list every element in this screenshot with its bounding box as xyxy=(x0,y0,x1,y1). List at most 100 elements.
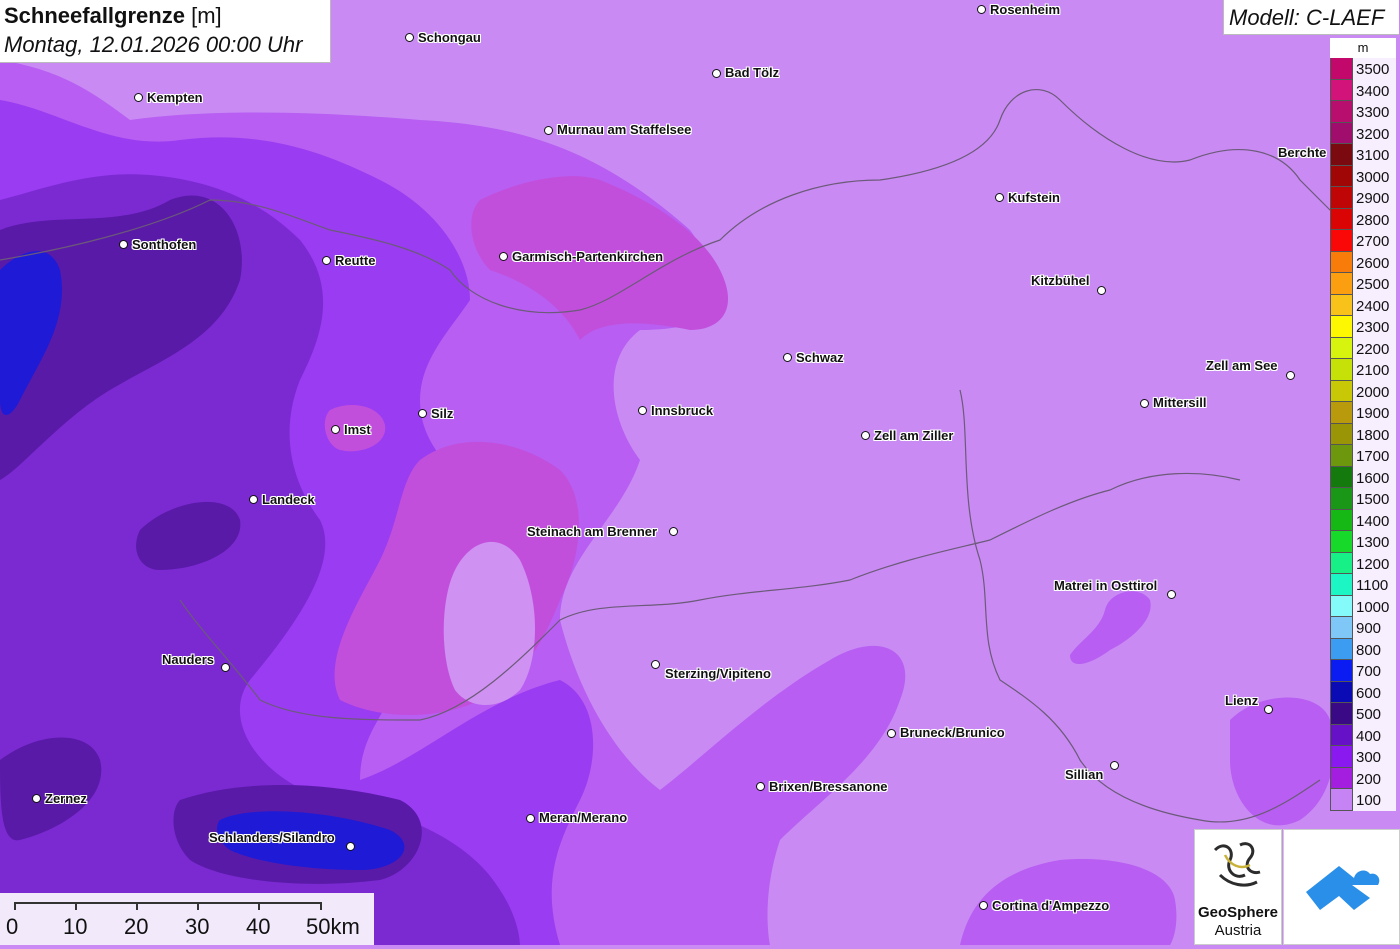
legend-label: 2400 xyxy=(1356,297,1390,315)
legend-label: 1600 xyxy=(1356,469,1390,487)
legend-row: 1700 xyxy=(1330,445,1396,467)
legend-swatch xyxy=(1330,380,1353,402)
legend-label: 2800 xyxy=(1356,211,1390,229)
city-marker xyxy=(979,901,988,910)
scale-tick xyxy=(320,902,322,910)
city-marker xyxy=(322,256,331,265)
legend-row: 2900 xyxy=(1330,187,1396,209)
geosphere-name: GeoSphere xyxy=(1197,904,1279,921)
city-marker xyxy=(1167,590,1176,599)
city-label: Kempten xyxy=(147,90,203,105)
legend-swatch xyxy=(1330,273,1353,295)
legend-swatch xyxy=(1330,466,1353,488)
geosphere-logo[interactable]: GeoSphere Austria xyxy=(1194,829,1282,945)
city-label: Bad Tölz xyxy=(725,65,780,80)
city-label: Reutte xyxy=(335,253,376,268)
city-marker xyxy=(418,409,427,418)
city-label: Kufstein xyxy=(1008,190,1060,205)
city-label: Rosenheim xyxy=(990,2,1061,17)
model-box: Modell: C-LAEF xyxy=(1223,0,1399,35)
legend-label: 2500 xyxy=(1356,276,1390,293)
legend-swatch xyxy=(1330,230,1353,252)
legend-label: 1900 xyxy=(1356,405,1390,422)
city-label: Matrei in Osttirol xyxy=(1054,578,1158,593)
city-marker xyxy=(995,193,1004,202)
city-marker xyxy=(651,660,660,669)
legend-row: 1500 xyxy=(1330,488,1396,510)
legend-unit: m xyxy=(1330,38,1396,58)
city-marker xyxy=(1097,286,1106,295)
legend-swatch xyxy=(1330,144,1353,166)
city-marker xyxy=(32,794,41,803)
city-marker xyxy=(526,814,535,823)
city-marker xyxy=(861,431,870,440)
legend-row: 3000 xyxy=(1330,165,1396,187)
city-label: Schwaz xyxy=(796,350,844,365)
legend-swatch xyxy=(1330,423,1353,445)
legend-row: 2100 xyxy=(1330,359,1396,381)
legend-row: 400 xyxy=(1330,724,1396,746)
legend-label: 400 xyxy=(1356,727,1382,745)
legend-label: 2900 xyxy=(1356,190,1390,207)
legend-row: 2000 xyxy=(1330,380,1396,402)
legend-label: 3100 xyxy=(1356,147,1390,164)
legend-swatch xyxy=(1330,509,1353,531)
zone-low-brenner xyxy=(443,541,535,705)
legend-row: 3400 xyxy=(1330,79,1396,101)
legend-row: 300 xyxy=(1330,746,1396,768)
legend-row: 100 xyxy=(1330,789,1396,811)
geosphere-swirl-icon xyxy=(1213,842,1261,887)
city-label: Sonthofen xyxy=(132,237,197,252)
legend-row: 2500 xyxy=(1330,273,1396,295)
legend-row: 3300 xyxy=(1330,101,1396,123)
city-label: Cortina d'Ampezzo xyxy=(992,898,1110,913)
city-label: Zernez xyxy=(45,791,87,806)
legend-label: 300 xyxy=(1356,749,1382,766)
city-label: Silz xyxy=(431,406,454,421)
scale-tick xyxy=(258,902,260,910)
model-label: Modell: C-LAEF xyxy=(1229,5,1385,30)
scale-tick xyxy=(75,902,77,910)
legend-label: 2200 xyxy=(1356,340,1390,358)
legend-swatch xyxy=(1330,316,1353,338)
map-datetime: Montag, 12.01.2026 00:00 Uhr xyxy=(4,32,303,57)
legend-row: 2300 xyxy=(1330,316,1396,338)
legend-row: 2600 xyxy=(1330,251,1396,273)
legend-swatch xyxy=(1330,294,1353,316)
legend-swatch xyxy=(1330,165,1353,187)
legend-row: 2800 xyxy=(1330,208,1396,230)
city-marker xyxy=(977,5,986,14)
legend-row: 500 xyxy=(1330,703,1396,725)
legend-label: 3500 xyxy=(1356,61,1390,78)
legend-swatch xyxy=(1330,337,1353,359)
legend-row: 2700 xyxy=(1330,230,1396,252)
legend-swatch xyxy=(1330,681,1353,703)
snowline-map[interactable] xyxy=(0,0,1400,945)
legend-swatch xyxy=(1330,638,1353,660)
city-label: Schongau xyxy=(418,30,481,45)
legend-swatch xyxy=(1330,724,1353,746)
legend-label: 2600 xyxy=(1356,254,1390,272)
scale-label: 40 xyxy=(246,914,271,939)
city-label: Bruneck/Brunico xyxy=(900,725,1005,740)
scale-tick xyxy=(136,902,138,910)
scale-tick xyxy=(14,902,16,910)
city-marker xyxy=(638,406,647,415)
legend-row: 1000 xyxy=(1330,595,1396,617)
legend-label: 1500 xyxy=(1356,491,1390,508)
city-label: Zell am Ziller xyxy=(874,428,954,443)
map-title: Schneefallgrenze [m] xyxy=(4,3,222,29)
city-marker xyxy=(249,495,258,504)
legend-swatch xyxy=(1330,359,1353,381)
legend-row: 3500 xyxy=(1330,58,1396,80)
city-label: Imst xyxy=(344,422,371,437)
city-label: Sillian xyxy=(1065,767,1104,782)
legend-label: 3200 xyxy=(1356,125,1390,143)
legend-swatch xyxy=(1330,58,1353,80)
legend-label: 1800 xyxy=(1356,426,1390,444)
city-marker xyxy=(331,425,340,434)
city-marker xyxy=(544,126,553,135)
weather-app-logo[interactable] xyxy=(1283,829,1400,945)
legend-label: 1300 xyxy=(1356,534,1390,551)
legend-label: 1200 xyxy=(1356,555,1390,573)
